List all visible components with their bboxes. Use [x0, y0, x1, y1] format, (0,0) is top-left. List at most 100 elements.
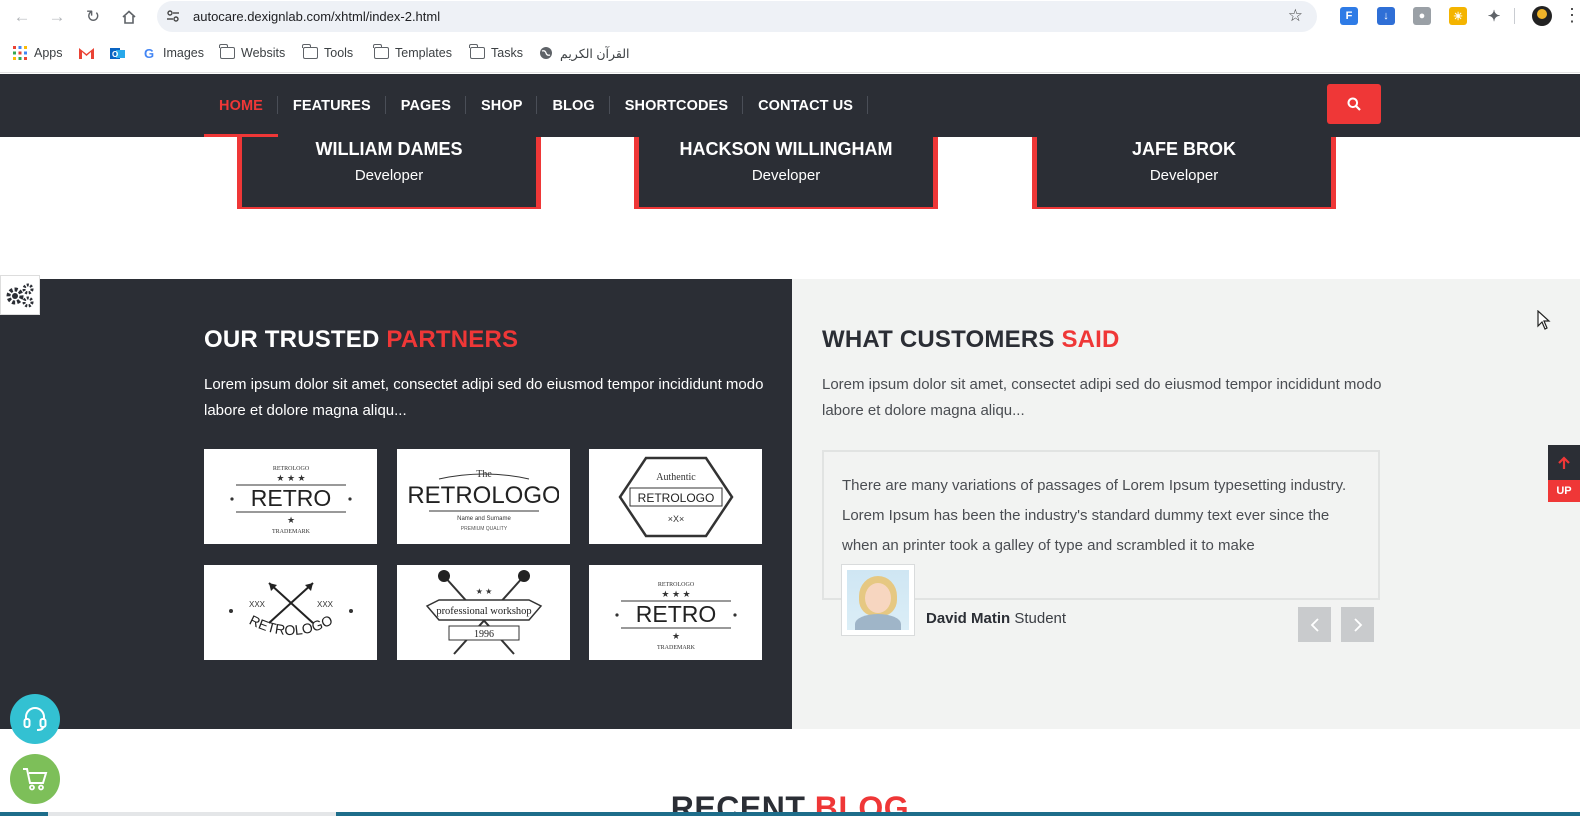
nav-blog[interactable]: BLOG — [537, 74, 611, 137]
retro-logo-image: RETROLOGO ★ ★ ★ RETRO ★ TRADEMARK — [229, 466, 352, 535]
up-label: UP — [1548, 480, 1580, 502]
google-icon: G — [143, 45, 155, 61]
nav-label: CONTACT US — [758, 97, 854, 114]
nav-pages[interactable]: PAGES — [386, 74, 467, 137]
chevron-right-icon — [1353, 617, 1362, 632]
profile-avatar[interactable] — [1532, 6, 1552, 26]
theme-settings-button[interactable] — [0, 275, 40, 315]
testimonials-title: WHAT CUSTOMERS SAID — [822, 326, 1120, 354]
logo-bottom-text: 1996 — [474, 629, 494, 640]
support-chat-button[interactable] — [10, 694, 60, 744]
nav-home[interactable]: HOME — [204, 74, 278, 137]
mouse-cursor-icon — [1537, 309, 1551, 335]
apps-grid-icon — [12, 45, 28, 61]
retro-logo-image: RETROLOGO ★ ★ ★ RETRO ★ TRADEMARK — [614, 582, 737, 651]
bookmark-images[interactable]: G Images — [141, 44, 204, 62]
nav-shortcodes[interactable]: SHORTCODES — [610, 74, 744, 137]
team-member-role: Developer — [751, 167, 821, 184]
bookmark-gmail[interactable] — [78, 44, 100, 62]
team-card-body: WILLIAM DAMES Developer — [242, 137, 536, 209]
logo-top-text: Authentic — [656, 472, 696, 483]
site-navbar: HOME FEATURES PAGES SHOP BLOG SHORTCODES… — [0, 74, 1580, 137]
nav-features[interactable]: FEATURES — [278, 74, 386, 137]
nav-label: FEATURES — [292, 97, 371, 114]
bookmark-templates[interactable]: Templates — [373, 44, 452, 62]
nav-label: HOME — [219, 97, 263, 114]
shopping-cart-icon — [23, 768, 48, 791]
partner-logo[interactable]: RETROLOGO ★ ★ ★ RETRO ★ TRADEMARK — [204, 449, 377, 544]
main-menu: HOME FEATURES PAGES SHOP BLOG SHORTCODES… — [204, 74, 869, 137]
partner-logo[interactable]: Authentic RETROLOGO ×X× — [589, 449, 762, 544]
url-text: autocare.dexignlab.com/xhtml/index-2.htm… — [193, 9, 441, 24]
svg-text:PREMIUM QUALITY: PREMIUM QUALITY — [460, 526, 507, 532]
chevron-left-icon — [1310, 617, 1319, 632]
logo-bottom-text: ×X× — [667, 514, 684, 524]
testimonials-description: Lorem ipsum dolor sit amet, consectet ad… — [822, 376, 1382, 419]
nav-label: SHORTCODES — [624, 97, 729, 114]
arrow-up-icon — [1548, 445, 1580, 480]
bookmark-apps[interactable]: Apps — [12, 44, 63, 62]
search-button[interactable] — [1327, 84, 1381, 124]
partner-logo[interactable]: ★ ★ professional workshop 1996 — [397, 565, 570, 660]
site-settings-icon[interactable] — [165, 8, 181, 24]
search-icon — [1347, 97, 1361, 111]
partners-description: Lorem ipsum dolor sit amet, consectet ad… — [204, 376, 764, 419]
bookmark-label: Apps — [34, 46, 63, 60]
nav-shop[interactable]: SHOP — [466, 74, 538, 137]
logo-bottom-text: Name and Surname — [457, 516, 511, 522]
bookmark-star-icon[interactable]: ☆ — [1288, 6, 1303, 26]
title-highlight: PARTNERS — [386, 326, 519, 353]
nav-label: PAGES — [400, 97, 451, 114]
camera-extension-icon[interactable]: ● — [1413, 7, 1431, 25]
forward-arrow-icon[interactable]: → — [45, 5, 69, 29]
scroll-to-top-button[interactable]: UP — [1548, 445, 1580, 502]
download-extension-icon[interactable]: ↓ — [1377, 7, 1395, 25]
reload-icon[interactable]: ↻ — [81, 5, 105, 29]
nav-contact-us[interactable]: CONTACT US — [743, 74, 869, 137]
title-main: OUR TRUSTED — [204, 326, 387, 353]
logo-top-text: RETROLOGO — [657, 582, 694, 588]
svg-text:RETROLOGO: RETROLOGO — [246, 611, 334, 637]
bookmark-label: Tools — [324, 46, 354, 60]
address-bar[interactable]: autocare.dexignlab.com/xhtml/index-2.htm… — [157, 1, 1317, 32]
prev-testimonial-button[interactable] — [1298, 607, 1331, 642]
folder-icon — [373, 44, 389, 61]
next-testimonial-button[interactable] — [1341, 607, 1374, 642]
bookmark-outlook[interactable]: O — [109, 44, 131, 62]
logo-main-text: RETROLOGO — [637, 491, 714, 505]
back-arrow-icon[interactable]: ← — [10, 5, 34, 29]
bookmark-quran[interactable]: القرآن الكريم — [538, 44, 630, 62]
headset-icon — [23, 707, 47, 731]
logo-main-text: RETROLOGO — [409, 482, 559, 509]
logo-bottom-text: TRADEMARK — [656, 645, 695, 651]
outlook-icon: O — [109, 45, 125, 61]
nav-label: BLOG — [552, 97, 595, 114]
partner-logo[interactable]: XXX XXX RETROLOGO — [204, 565, 377, 660]
team-card: JAFE BROK Developer — [1032, 137, 1336, 209]
author-role: Student — [1010, 610, 1067, 627]
weather-extension-icon[interactable]: ☀ — [1449, 7, 1467, 25]
title-highlight: SAID — [1061, 326, 1120, 353]
team-member-name: HACKSON WILLINGHAM — [679, 139, 893, 159]
extensions-puzzle-icon[interactable]: ✦ — [1485, 7, 1503, 25]
logo-main-text: RETRO — [250, 485, 331, 511]
gears-icon — [6, 283, 34, 308]
bookmarks-bar: Apps O G Images Websits Tools Templates … — [0, 33, 1580, 73]
team-card-body: JAFE BROK Developer — [1037, 137, 1331, 209]
translate-extension-icon[interactable]: F — [1340, 7, 1358, 25]
logo-top-text: XXX — [248, 600, 265, 609]
partner-logo[interactable]: RETROLOGO ★ ★ ★ RETRO ★ TRADEMARK — [589, 565, 762, 660]
browser-menu-icon[interactable]: ⋮ — [1563, 5, 1580, 26]
partner-logo[interactable]: The RETROLOGO Name and Surname PREMIUM Q… — [397, 449, 570, 544]
bookmark-label: Tasks — [491, 46, 523, 60]
team-member-role: Developer — [354, 167, 424, 184]
svg-text:★: ★ — [286, 515, 294, 525]
team-card: HACKSON WILLINGHAM Developer — [634, 137, 938, 209]
logo-top-text: The — [476, 469, 492, 480]
home-icon[interactable] — [117, 5, 141, 29]
bookmark-tools[interactable]: Tools — [302, 44, 353, 62]
bookmark-tasks[interactable]: Tasks — [469, 44, 523, 62]
bookmark-websits[interactable]: Websits — [219, 44, 285, 62]
svg-text:O: O — [112, 50, 118, 59]
team-member-name: WILLIAM DAMES — [315, 139, 463, 159]
